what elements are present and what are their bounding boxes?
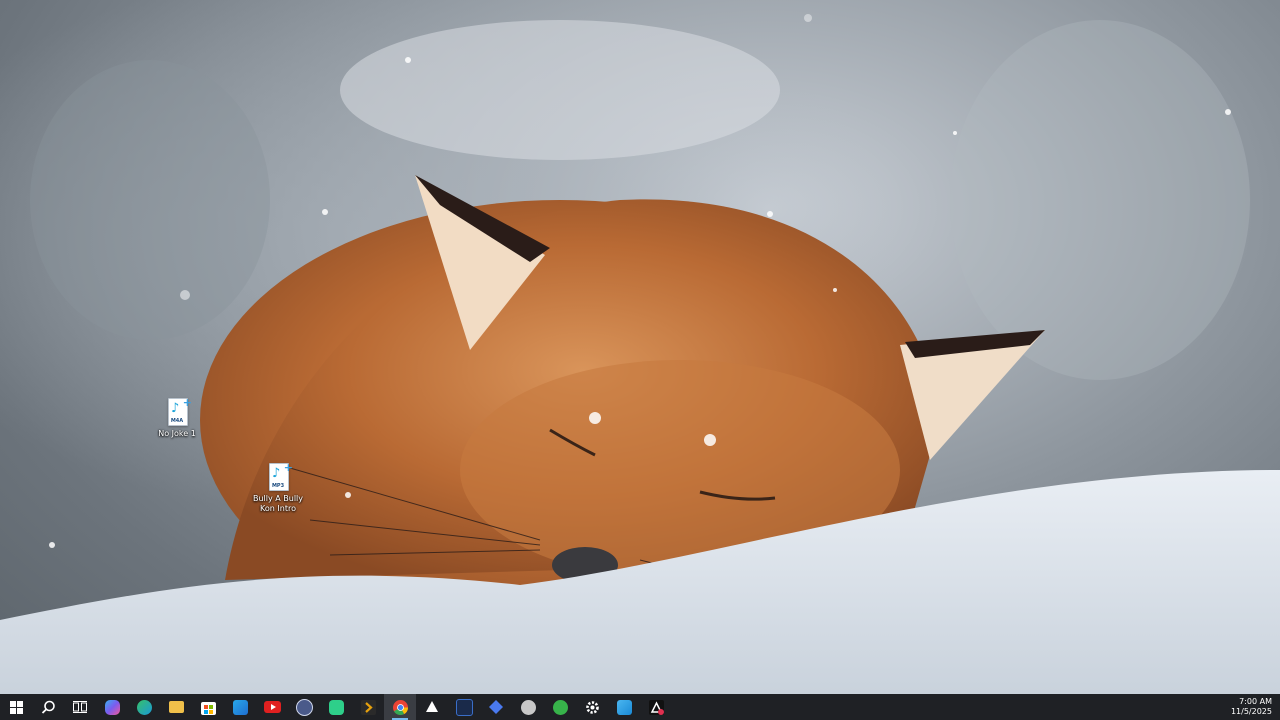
- taskbar-app-android[interactable]: [320, 694, 352, 720]
- wallpaper-fox-image: [0, 0, 1280, 694]
- mp3-file-icon: ♪ + MP3: [267, 461, 293, 491]
- file-explorer-icon: [168, 701, 184, 713]
- task-view-button[interactable]: [64, 694, 96, 720]
- clock-time: 7:00 AM: [1239, 697, 1272, 706]
- chrome-icon: [392, 699, 408, 715]
- desktop-icon-label: No Joke 1: [158, 429, 196, 438]
- system-clock[interactable]: 7:00 AM 11/5/2025: [1231, 694, 1280, 720]
- windows-start-icon: [9, 700, 23, 714]
- taskbar-app-dev-tool[interactable]: [480, 694, 512, 720]
- taskbar-app-capcut[interactable]: [640, 694, 672, 720]
- media-app-icon: [295, 698, 313, 716]
- taskbar-app-settings[interactable]: [576, 694, 608, 720]
- capcut-icon: [648, 699, 664, 715]
- taskbar-app-photos[interactable]: [608, 694, 640, 720]
- taskbar-app-unity[interactable]: [416, 694, 448, 720]
- clock-date: 11/5/2025: [1230, 707, 1272, 716]
- taskbar-app-media[interactable]: [288, 694, 320, 720]
- taskbar-app-plex[interactable]: [352, 694, 384, 720]
- m4a-file-icon: ♪ + M4A: [166, 396, 192, 426]
- taskbar-app-upwork[interactable]: [544, 694, 576, 720]
- taskbar-app-youtube[interactable]: [256, 694, 288, 720]
- unity-icon: [426, 701, 438, 712]
- task-view-icon: [73, 701, 87, 713]
- taskbar-app-chrome[interactable]: [384, 694, 416, 720]
- search-icon: [41, 700, 55, 714]
- taskbar-app-outlook[interactable]: [224, 694, 256, 720]
- outlook-icon: [232, 699, 248, 715]
- file-type-label: MP3: [271, 483, 285, 489]
- settings-icon: [585, 700, 599, 714]
- search-button[interactable]: [32, 694, 64, 720]
- upwork-icon: [552, 699, 568, 715]
- copilot-icon: [104, 699, 120, 715]
- taskbar-app-microsoft-store[interactable]: [192, 694, 224, 720]
- taskbar-app-audio-editor[interactable]: [448, 694, 480, 720]
- taskbar-app-edge[interactable]: [128, 694, 160, 720]
- plex-icon: [360, 699, 376, 715]
- youtube-icon: [263, 701, 281, 713]
- taskbar: 7:00 AM 11/5/2025: [0, 694, 1280, 720]
- taskbar-app-file-explorer[interactable]: [160, 694, 192, 720]
- file-type-label: M4A: [170, 418, 184, 424]
- microsoft-store-icon: [200, 701, 216, 715]
- desktop-file-no-joke-1[interactable]: ♪ + M4A No Joke 1: [147, 396, 207, 439]
- edge-icon: [136, 699, 152, 715]
- disk-icon: [520, 699, 536, 715]
- audio-editor-icon: [455, 698, 473, 716]
- dev-tool-icon: [489, 700, 503, 714]
- photos-icon: [616, 699, 632, 715]
- taskbar-app-disk[interactable]: [512, 694, 544, 720]
- taskbar-app-copilot[interactable]: [96, 694, 128, 720]
- desktop-icon-label: Bully A Bully Kon Intro: [252, 494, 304, 513]
- desktop-file-bully-a-bully-kon-intro[interactable]: ♪ + MP3 Bully A Bully Kon Intro: [248, 461, 308, 514]
- desktop[interactable]: ♪ + M4A No Joke 1 ♪ + MP3 Bully A Bully …: [0, 0, 1280, 694]
- start-button[interactable]: [0, 694, 32, 720]
- android-app-icon: [328, 699, 344, 715]
